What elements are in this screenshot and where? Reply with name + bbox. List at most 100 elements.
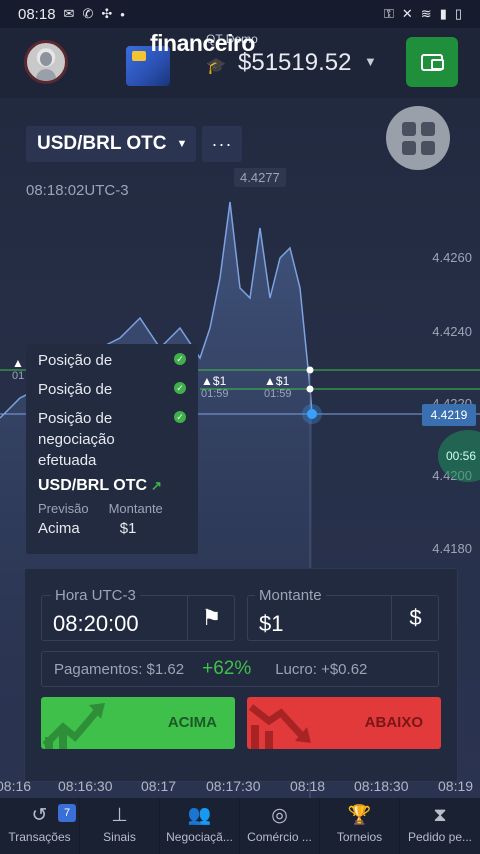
chevron-down-icon: ▼ [176,138,188,150]
price-chart[interactable]: USD/BRL OTC ▼ ··· 08:18:02UTC-3 4.4277 4… [0,98,480,804]
grid-icon-cell [420,140,435,155]
chart-layout-button[interactable] [386,106,450,170]
dot-icon: • [120,6,125,22]
trade-notifications: Posição de ✓ Posição de ✓ Posição de neg… [26,344,198,554]
grid-icon-cell [420,121,435,136]
status-left: 08:18 ✉ ✆ ✣ • [18,6,125,23]
notification-meta: Previsão Montante [38,501,186,516]
currency-dollar-icon[interactable]: $ [391,595,439,641]
grid-icon-cell [401,140,416,155]
triangle-up-icon: ▲ [12,356,24,370]
account-balance[interactable]: $51519.52 [238,49,351,77]
nav-label: Sinais [103,830,136,844]
wifi-icon: ≋ [420,6,432,21]
fan-icon: ✣ [101,6,113,21]
key-icon: ⚿ [383,6,394,21]
trade-marker-time: 01:59 [264,388,292,400]
wallet-button[interactable] [406,37,458,87]
price-axis-label: 4.4180 [432,541,472,556]
left-trade-marker-time: 01 [12,370,25,382]
balance-dropdown-icon[interactable]: ▼ [364,54,377,69]
nav-item-tournaments[interactable]: 🏆 Torneios [320,798,400,854]
trend-up-icon: ↗ [151,478,162,493]
notification-text: Posição de negociação efetuada [38,410,115,469]
expiry-time-value[interactable]: 08:20:00 [53,611,139,637]
trophy-icon: 🏆 [347,805,372,826]
triangle-up-icon: ▲ [201,374,213,388]
asset-pair-selector[interactable]: USD/BRL OTC ▼ [26,126,196,162]
nav-label: Transações [8,830,71,844]
nav-label: Negociaçã... [166,830,233,844]
forecast-label: Previsão [38,501,89,516]
payout-summary: Pagamentos: $1.62 +62% Lucro: +$0.62 [41,651,439,687]
trade-point-2 [306,385,314,393]
high-price-label: 4.4277 [234,168,286,187]
amount-field-value[interactable]: $1 [259,611,283,637]
nav-label: Pedido pe... [407,830,473,844]
check-icon: ✓ [174,382,186,394]
whatsapp-icon: ✆ [82,6,94,21]
trade-point-1 [306,366,314,374]
time-tick: 08:16 [0,778,32,794]
message-icon: ✉ [63,6,75,21]
flag-icon[interactable]: ⚑ [187,595,235,641]
amount-label: Montante [108,501,163,516]
status-time: 08:18 [18,5,56,23]
price-axis-label: 4.4240 [432,324,472,339]
avatar-body-icon [36,69,56,81]
avatar-head-icon [40,52,52,66]
profit-amount: Lucro: +$0.62 [275,660,368,678]
more-options-button[interactable]: ··· [202,126,242,162]
buy-up-label: ACIMA [167,714,217,731]
buy-up-button[interactable]: ACIMA [41,697,235,749]
check-icon: ✓ [174,411,186,423]
payout-percent: +62% [202,658,252,679]
time-tick: 08:17 [141,778,177,794]
avatar[interactable] [24,40,68,84]
notification-item[interactable]: Posição de ✓ [38,379,186,400]
nav-item-signals[interactable]: ⊥ Sinais [80,798,160,854]
grid-icon-cell [401,121,416,136]
nav-item-commerce[interactable]: ◎ Comércio ... [240,798,320,854]
amount-field[interactable]: Montante $1 $ [247,583,439,641]
trade-marker-time: 01:59 [201,388,229,400]
notification-values: Acima $1 [38,520,186,537]
transactions-count-badge: 7 [58,804,76,822]
payout-amount: Pagamentos: $1.62 [54,660,185,678]
trade-marker: ▲$1 01:59 [201,374,229,400]
trend-up-icon [42,703,105,749]
wallet-icon [421,53,444,71]
nav-label: Comércio ... [247,830,312,844]
trade-marker: ▲$1 01:59 [264,374,292,400]
nav-label: Torneios [336,830,383,844]
amount-value: $1 [119,520,137,537]
current-price-dot [307,409,317,419]
notification-item[interactable]: Posição de ✓ [38,350,186,371]
status-right: ⚿ ✕ ≋ ▮ ▯ [384,6,462,22]
expiry-time-label: Hora UTC-3 [51,587,140,604]
expiry-time-field[interactable]: Hora UTC-3 08:20:00 ⚑ [41,583,235,641]
hourglass-icon: ⧗ [433,805,447,826]
nav-item-social-trading[interactable]: 👥 Negociaçã... [160,798,240,854]
asset-pair-label: USD/BRL OTC [37,133,167,154]
target-icon: ◎ [271,805,288,826]
mute-icon: ✕ [401,6,413,21]
notification-pair-label: USD/BRL OTC [38,477,148,494]
nav-item-pending-orders[interactable]: ⧗ Pedido pe... [400,798,480,854]
sell-down-button[interactable]: ABAIXO [247,697,441,749]
trade-marker-amount: $1 [212,374,227,388]
notification-text: Posição de [38,352,113,369]
time-axis: 08:16 08:16:30 08:17 08:17:30 08:18 08:1… [0,778,480,796]
notification-item[interactable]: Posição de negociação efetuada ✓ [38,408,186,471]
graduation-cap-icon: 🎓 [206,58,226,75]
notification-text: Posição de [38,381,113,398]
amount-field-label: Montante [255,587,326,604]
nav-item-transactions[interactable]: ↺ 7 Transações [0,798,80,854]
bottom-navigation: ↺ 7 Transações ⊥ Sinais 👥 Negociaçã... ◎… [0,798,480,854]
users-icon: 👥 [187,805,212,826]
signal-tower-icon: ⊥ [111,805,128,826]
trade-marker-amount: $1 [275,374,290,388]
time-tick: 08:17:30 [206,778,261,794]
app-header: QT Demo financeiro 🎓 $51519.52 ▼ [0,28,480,98]
check-icon: ✓ [174,353,186,365]
